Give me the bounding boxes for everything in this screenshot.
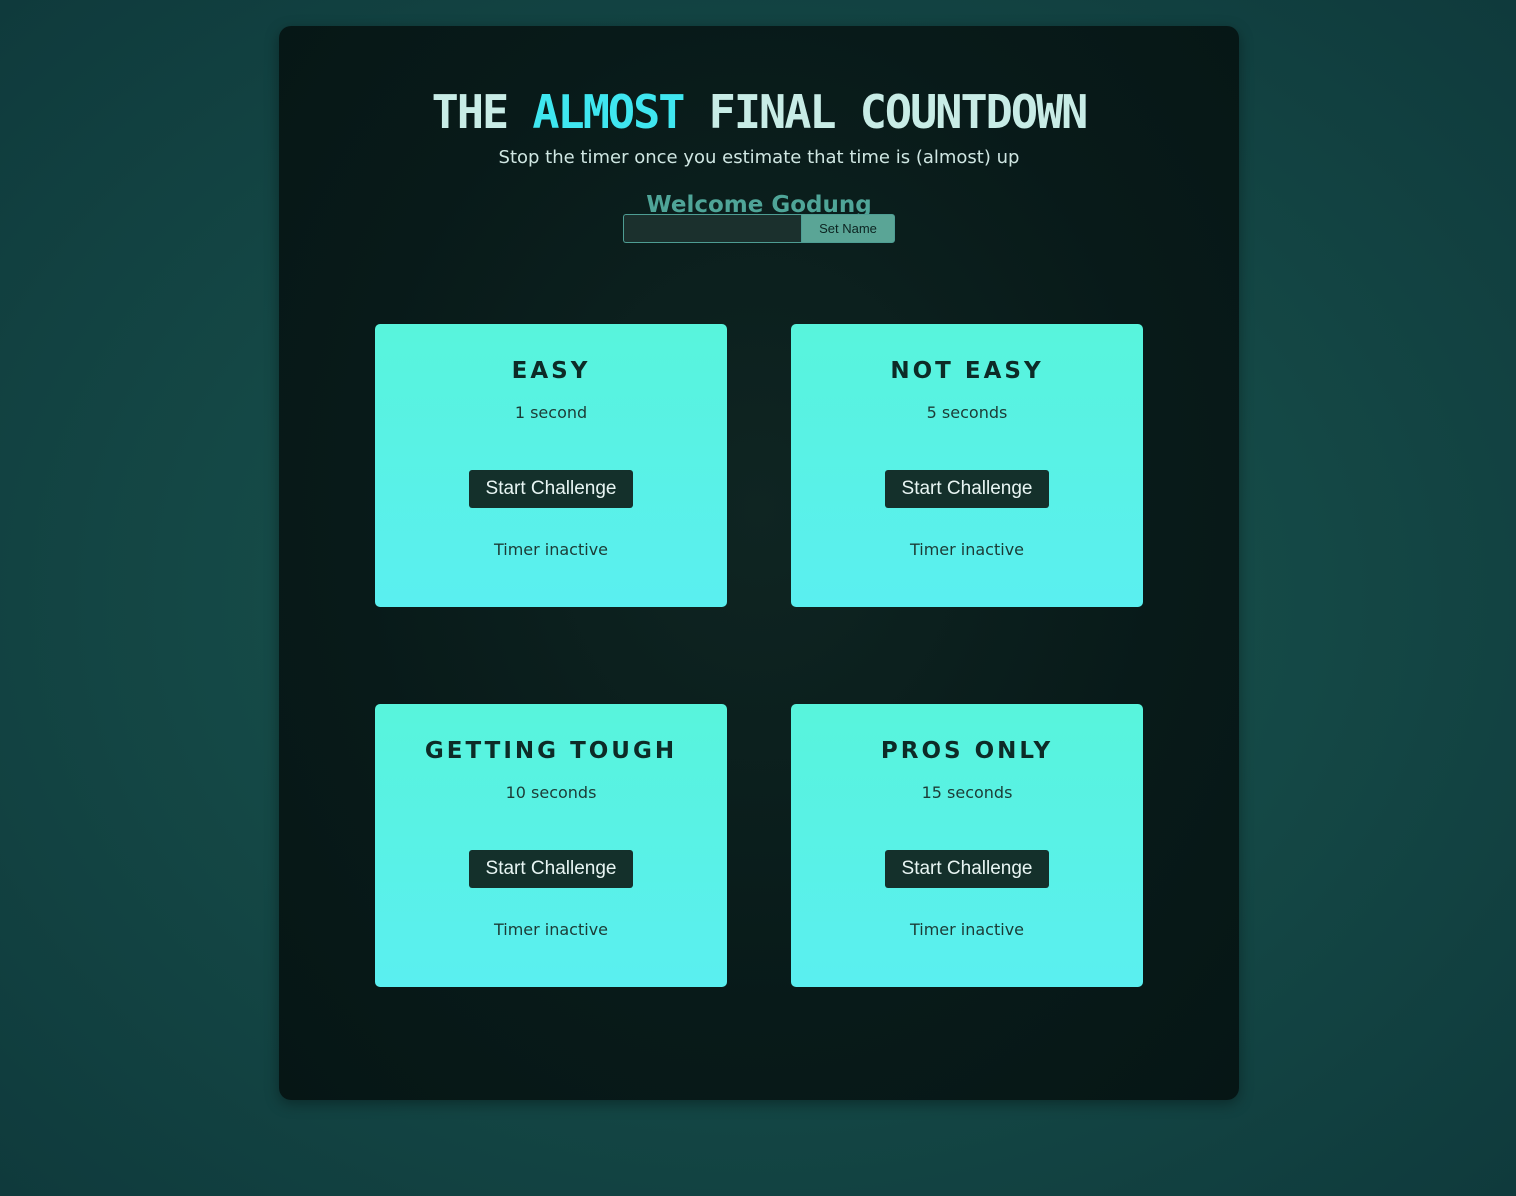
challenge-title: PROS ONLY xyxy=(880,738,1054,764)
challenge-card-pros-only: PROS ONLY 15 seconds Start Challenge Tim… xyxy=(791,704,1143,987)
start-challenge-button[interactable]: Start Challenge xyxy=(885,470,1049,508)
start-challenge-button[interactable]: Start Challenge xyxy=(885,850,1049,888)
challenge-duration: 5 seconds xyxy=(926,403,1008,422)
challenge-duration: 1 second xyxy=(514,403,588,422)
page-title: THE ALMOST FINAL COUNTDOWN xyxy=(289,84,1230,140)
title-part-2: FINAL COUNTDOWN xyxy=(708,85,1089,139)
challenge-card-easy: EASY 1 second Start Challenge Timer inac… xyxy=(375,324,727,607)
title-part-1: THE xyxy=(431,85,510,139)
app-panel: THE ALMOST FINAL COUNTDOWN Stop the time… xyxy=(279,26,1239,1100)
challenge-title: EASY xyxy=(511,358,591,384)
challenge-title: NOT EASY xyxy=(890,358,1044,384)
challenge-duration: 10 seconds xyxy=(505,783,597,802)
timer-status: Timer inactive xyxy=(493,920,609,939)
name-form: Set Name xyxy=(623,214,895,243)
title-accent: ALMOST xyxy=(532,85,685,139)
timer-status: Timer inactive xyxy=(493,540,609,559)
set-name-button[interactable]: Set Name xyxy=(801,214,895,243)
challenge-card-getting-tough: GETTING TOUGH 10 seconds Start Challenge… xyxy=(375,704,727,987)
challenge-duration: 15 seconds xyxy=(921,783,1013,802)
challenge-card-not-easy: NOT EASY 5 seconds Start Challenge Timer… xyxy=(791,324,1143,607)
timer-status: Timer inactive xyxy=(909,920,1025,939)
timer-status: Timer inactive xyxy=(909,540,1025,559)
start-challenge-button[interactable]: Start Challenge xyxy=(469,470,633,508)
start-challenge-button[interactable]: Start Challenge xyxy=(469,850,633,888)
player-name-input[interactable] xyxy=(623,214,801,243)
challenge-title: GETTING TOUGH xyxy=(424,738,678,764)
page-subtitle: Stop the timer once you estimate that ti… xyxy=(498,147,1020,168)
